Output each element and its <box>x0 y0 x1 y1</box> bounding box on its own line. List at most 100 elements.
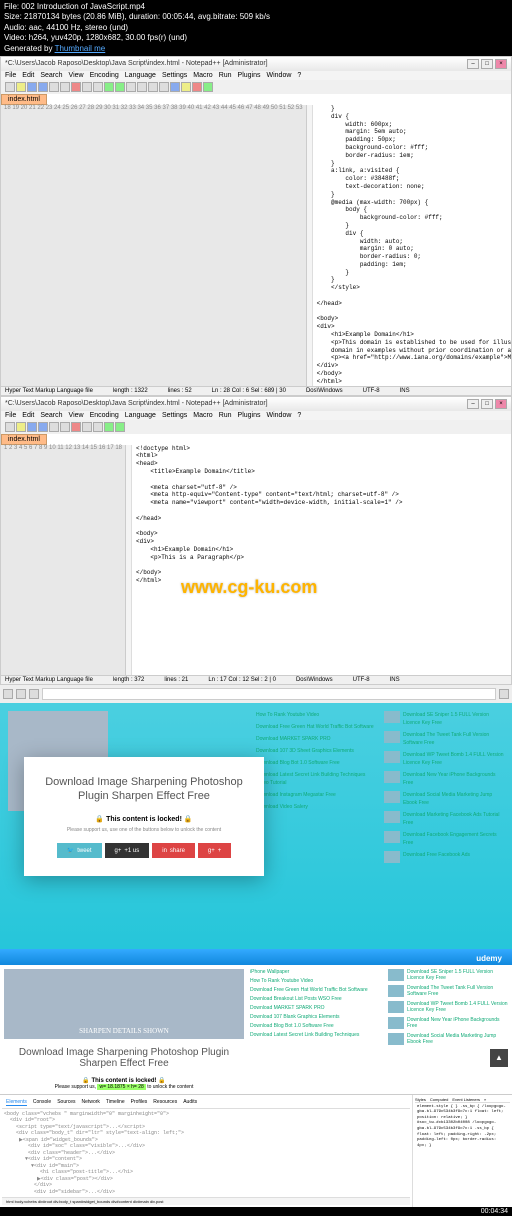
menu-search[interactable]: Search <box>40 72 62 79</box>
menu-?[interactable]: ? <box>297 412 301 419</box>
paste-icon[interactable] <box>93 422 103 432</box>
video-metadata: File: 002 Introduction of JavaScript.mp4… <box>0 0 512 56</box>
scroll-top-button[interactable]: ▲ <box>490 1049 508 1067</box>
sidebar-link[interactable]: Download The Tweet Tank Full Version Sof… <box>388 985 508 997</box>
sidebar-link[interactable]: iPhone Wallpaper <box>250 969 382 975</box>
menu-macro[interactable]: Macro <box>193 72 212 79</box>
sidebar-link[interactable]: Download MARKET SPARK PRO <box>250 1005 382 1011</box>
menu-edit[interactable]: Edit <box>22 412 34 419</box>
menu-language[interactable]: Language <box>125 72 156 79</box>
sidebar-link[interactable]: Download WP Tweet Bomb 1.4 FULL Version … <box>388 1001 508 1013</box>
menu-encoding[interactable]: Encoding <box>90 72 119 79</box>
undo-icon[interactable] <box>104 82 114 92</box>
close-file-icon[interactable] <box>49 422 59 432</box>
menu-file[interactable]: File <box>5 72 16 79</box>
sidebar-link[interactable]: Download Free Green Hat World Traffic Bo… <box>250 987 382 993</box>
devtools-tab-audits[interactable]: Audits <box>183 1099 197 1106</box>
menu-run[interactable]: Run <box>219 412 232 419</box>
menu-language[interactable]: Language <box>125 412 156 419</box>
save-icon[interactable] <box>27 82 37 92</box>
func-icon[interactable] <box>181 82 191 92</box>
dom-breadcrumb[interactable]: html body.vchebs div#root div.body_t spa… <box>2 1197 410 1205</box>
new-icon[interactable] <box>5 82 15 92</box>
menu-encoding[interactable]: Encoding <box>90 412 119 419</box>
open-icon[interactable] <box>16 422 26 432</box>
locked-label: 🔒 This content is locked! 🔒 <box>38 815 250 823</box>
new-icon[interactable] <box>5 422 15 432</box>
maximize-button[interactable]: □ <box>481 59 493 69</box>
print-icon[interactable] <box>60 422 70 432</box>
menu-settings[interactable]: Settings <box>162 412 187 419</box>
cut-icon[interactable] <box>71 422 81 432</box>
sidebar-link[interactable]: Download Latest Secret Link Building Tec… <box>250 1032 382 1038</box>
styles-tab[interactable]: Computed <box>430 1097 448 1102</box>
menu-macro[interactable]: Macro <box>193 412 212 419</box>
redo-icon[interactable] <box>115 82 125 92</box>
menu-view[interactable]: View <box>69 412 84 419</box>
menu-edit[interactable]: Edit <box>22 72 34 79</box>
tweet-button[interactable]: 🐦 tweet <box>57 843 102 858</box>
open-icon[interactable] <box>16 82 26 92</box>
devtools-tab-resources[interactable]: Resources <box>153 1099 177 1106</box>
thumbnail-me-link[interactable]: Thumbnail me <box>55 44 106 53</box>
copy-icon[interactable] <box>82 82 92 92</box>
gplus2-button[interactable]: g+ + <box>198 843 231 858</box>
close-button[interactable]: × <box>495 399 507 409</box>
zoom-out-icon[interactable] <box>159 82 169 92</box>
minimize-button[interactable]: – <box>467 59 479 69</box>
maximize-button[interactable]: □ <box>481 399 493 409</box>
copy-icon[interactable] <box>82 422 92 432</box>
replace-icon[interactable] <box>137 82 147 92</box>
menu-?[interactable]: ? <box>297 72 301 79</box>
file-tab[interactable]: index.html <box>1 94 47 105</box>
rec-icon[interactable] <box>192 82 202 92</box>
devtools-tab-sources[interactable]: Sources <box>57 1099 75 1106</box>
undo-icon[interactable] <box>104 422 114 432</box>
dom-tree[interactable]: <body class="vchebs " marginwidth="0" ma… <box>2 1109 410 1198</box>
saveall-icon[interactable] <box>38 422 48 432</box>
styles-tab[interactable]: Event Listeners <box>452 1097 480 1102</box>
sidebar-link[interactable]: How To Rank Youtube Video <box>250 978 382 984</box>
devtools-tab-console[interactable]: Console <box>33 1099 51 1106</box>
file-tab[interactable]: index.html <box>1 434 47 445</box>
close-file-icon[interactable] <box>49 82 59 92</box>
menu-plugins[interactable]: Plugins <box>238 72 261 79</box>
print-icon[interactable] <box>60 82 70 92</box>
close-button[interactable]: × <box>495 59 507 69</box>
menu-file[interactable]: File <box>5 412 16 419</box>
minimize-button[interactable]: – <box>467 399 479 409</box>
code-editor[interactable]: <!doctype html> <html> <head> <title>Exa… <box>132 445 511 675</box>
sidebar-link[interactable]: Download Social Media Marketing Jump Ebo… <box>388 1033 508 1045</box>
wrap-icon[interactable] <box>170 82 180 92</box>
sidebar-link[interactable]: Download SE Sniper 1.5 FULL Version Lice… <box>388 969 508 981</box>
redo-icon[interactable] <box>115 422 125 432</box>
sidebar-link[interactable]: Download Blog Bot 1.0 Software Free <box>250 1023 382 1029</box>
paste-icon[interactable] <box>93 82 103 92</box>
menu-plugins[interactable]: Plugins <box>238 412 261 419</box>
menu-window[interactable]: Window <box>267 72 292 79</box>
menu-window[interactable]: Window <box>267 412 292 419</box>
sidebar-link[interactable]: Download New Year iPhone Backgrounds Fre… <box>388 1017 508 1029</box>
gplus-button[interactable]: g+ +1 us <box>105 843 150 858</box>
styles-pane[interactable]: element.style { } .ss_bp { /loopgogo-gba… <box>415 1103 510 1152</box>
share-button[interactable]: in share <box>152 843 195 858</box>
menu-settings[interactable]: Settings <box>162 72 187 79</box>
devtools-tab-timeline[interactable]: Timeline <box>106 1099 125 1106</box>
devtools-tab-profiles[interactable]: Profiles <box>131 1099 148 1106</box>
sidebar-link[interactable]: Download Breakout List Posts WSO Free <box>250 996 382 1002</box>
zoom-in-icon[interactable] <box>148 82 158 92</box>
find-icon[interactable] <box>126 82 136 92</box>
devtools-tab-network[interactable]: Network <box>82 1099 100 1106</box>
styles-tab[interactable]: » <box>484 1097 486 1102</box>
menu-run[interactable]: Run <box>219 72 232 79</box>
menu-view[interactable]: View <box>69 72 84 79</box>
devtools-tab-elements[interactable]: Elements <box>6 1099 27 1106</box>
play-icon[interactable] <box>203 82 213 92</box>
code-editor[interactable]: } div { width: 600px; margin: 5em auto; … <box>313 105 511 386</box>
save-icon[interactable] <box>27 422 37 432</box>
cut-icon[interactable] <box>71 82 81 92</box>
sidebar-link[interactable]: Download 107 Blank Graphics Elements <box>250 1014 382 1020</box>
saveall-icon[interactable] <box>38 82 48 92</box>
styles-tab[interactable]: Styles <box>415 1097 426 1102</box>
menu-search[interactable]: Search <box>40 412 62 419</box>
